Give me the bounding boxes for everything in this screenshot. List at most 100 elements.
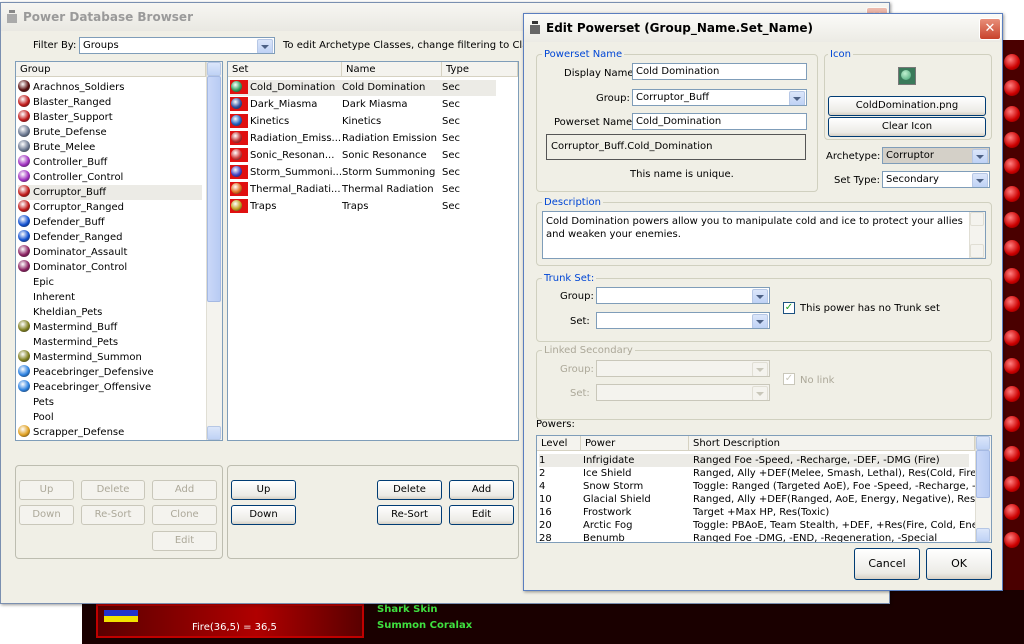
set-list-item[interactable]: Cold_Domination Cold Domination Sec <box>230 80 496 96</box>
description-scrollbar[interactable] <box>969 212 985 258</box>
settype-select[interactable]: Secondary <box>882 171 990 188</box>
set-list-item[interactable]: Sonic_Resonan... Sonic Resonance Sec <box>230 148 496 164</box>
editor-close-button[interactable]: ✕ <box>979 18 1001 40</box>
scroll-up-arrow-icon[interactable] <box>207 62 221 76</box>
scroll-down-arrow-icon[interactable] <box>207 426 221 440</box>
group-list-item[interactable]: Mastermind_Pets <box>18 335 202 350</box>
icon-group-label: Icon <box>828 49 853 60</box>
group-list[interactable]: Group Arachnos_Soldiers Blaster_Ranged Bla… <box>15 61 223 441</box>
power-row[interactable]: 1 Infrigidate Ranged Foe -Speed, -Recharge… <box>539 454 969 467</box>
group-list-item[interactable]: Pool <box>18 410 202 425</box>
filter-select[interactable]: Groups <box>79 37 275 54</box>
scroll-up-arrow-icon[interactable] <box>970 212 984 226</box>
group-clone-button[interactable]: Clone <box>152 505 217 525</box>
group-delete-button[interactable]: Delete <box>81 480 145 500</box>
group-list-item[interactable]: Brute_Defense <box>18 125 202 140</box>
set-list-item[interactable]: Radiation_Emiss...Radiation Emission Sec <box>230 131 496 147</box>
icon-file-button[interactable]: ColdDomination.png <box>828 96 986 116</box>
group-list-item[interactable]: Mastermind_Buff <box>18 320 202 335</box>
group-list-item[interactable]: Epic <box>18 275 202 290</box>
group-resort-button[interactable]: Re-Sort <box>81 505 145 525</box>
description-textarea[interactable]: Cold Domination powers allow you to mani… <box>542 211 986 259</box>
short-description-column-header[interactable]: Short Description <box>689 436 975 451</box>
set-list-item[interactable]: Kinetics Kinetics Sec <box>230 114 496 130</box>
power-row[interactable]: 2 Ice Shield Ranged, Ally +DEF(Melee, Smas… <box>539 467 980 480</box>
group-up-button[interactable]: Up <box>19 480 74 500</box>
group-list-item[interactable]: Peacebringer_Defensive <box>18 365 202 380</box>
group-list-item[interactable]: Blaster_Ranged <box>18 95 202 110</box>
group-list-item[interactable]: Corruptor_Buff <box>18 185 202 200</box>
group-list-item[interactable]: Defender_Buff <box>18 215 202 230</box>
trunk-group-select[interactable] <box>596 287 770 304</box>
cancel-button[interactable]: Cancel <box>854 548 920 580</box>
group-list-item[interactable]: Defender_Ranged <box>18 230 202 245</box>
group-list-scrollbar[interactable] <box>206 62 222 440</box>
linked-set-select[interactable] <box>596 384 770 401</box>
scroll-thumb[interactable] <box>207 76 221 302</box>
set-edit-button[interactable]: Edit <box>449 505 514 525</box>
group-select[interactable]: Corruptor_Buff <box>632 89 807 106</box>
set-list-item[interactable]: Dark_Miasma Dark Miasma Sec <box>230 97 496 113</box>
power-row[interactable]: 28 Benumb Ranged Foe -DMG, -END, -Regenera… <box>539 532 969 542</box>
level-column-header[interactable]: Level <box>537 436 581 451</box>
group-list-item[interactable]: Controller_Control <box>18 170 202 185</box>
group-down-button[interactable]: Down <box>19 505 74 525</box>
powers-list[interactable]: Level Power Short Description 1 Infrigida… <box>536 435 992 543</box>
chevron-down-icon[interactable] <box>752 289 768 303</box>
display-name-input[interactable]: Cold Domination <box>632 63 807 80</box>
group-list-item[interactable]: Arachnos_Soldiers <box>18 80 202 95</box>
power-row[interactable]: 16 Frostwork Target +Max HP, Res(Toxic) <box>539 506 969 519</box>
set-list-item[interactable]: Thermal_Radiati...Thermal Radiation Sec <box>230 182 496 198</box>
set-list-item[interactable]: Traps Traps Sec <box>230 199 496 215</box>
chevron-down-icon[interactable] <box>972 173 988 187</box>
set-column-header[interactable]: Set <box>228 62 342 77</box>
group-list-item[interactable]: Scrapper_Defense <box>18 425 202 440</box>
trunk-set-select[interactable] <box>596 312 770 329</box>
group-list-item[interactable]: Pets <box>18 395 202 410</box>
no-trunk-checkbox[interactable]: ✓ <box>783 302 795 314</box>
set-list[interactable]: Set Name Type Cold_Domination Cold Domina… <box>227 61 519 441</box>
group-list-item[interactable]: Inherent <box>18 290 202 305</box>
set-resort-button[interactable]: Re-Sort <box>377 505 442 525</box>
power-row[interactable]: 4 Snow Storm Toggle: Ranged (Targeted AoE)… <box>539 480 990 493</box>
group-list-item[interactable]: Corruptor_Ranged <box>18 200 202 215</box>
chevron-down-icon[interactable] <box>972 149 988 163</box>
power-row[interactable]: 20 Arctic Fog Toggle: PBAoE, Team Stealth,… <box>539 519 991 532</box>
scroll-down-arrow-icon[interactable] <box>970 244 984 258</box>
group-list-item[interactable]: Mastermind_Summon <box>18 350 202 365</box>
group-add-button[interactable]: Add <box>152 480 217 500</box>
group-list-item[interactable]: Brute_Melee <box>18 140 202 155</box>
power-row[interactable]: 10 Glacial Shield Ranged, Ally +DEF(Ranged… <box>539 493 991 506</box>
chevron-down-icon[interactable] <box>752 314 768 328</box>
scroll-down-arrow-icon[interactable] <box>976 528 990 542</box>
name-column-header[interactable]: Name <box>342 62 442 77</box>
set-add-button[interactable]: Add <box>449 480 514 500</box>
power-column-header[interactable]: Power <box>581 436 689 451</box>
group-edit-button[interactable]: Edit <box>152 531 217 551</box>
set-up-button[interactable]: Up <box>231 480 296 500</box>
chevron-down-icon[interactable] <box>789 91 805 105</box>
powerset-name-input[interactable]: Cold_Domination <box>632 113 807 130</box>
group-list-item[interactable]: Controller_Buff <box>18 155 202 170</box>
ok-button[interactable]: OK <box>926 548 992 580</box>
group-list-item[interactable]: Kheldian_Pets <box>18 305 202 320</box>
no-link-checkbox[interactable]: ✓ <box>783 373 795 385</box>
set-down-button[interactable]: Down <box>231 505 296 525</box>
group-list-item[interactable]: Dominator_Control <box>18 260 202 275</box>
type-column-header[interactable]: Type <box>442 62 518 77</box>
group-list-item[interactable]: Blaster_Support <box>18 110 202 125</box>
chevron-down-icon[interactable] <box>257 39 273 53</box>
scroll-up-arrow-icon[interactable] <box>976 436 990 450</box>
scroll-thumb[interactable] <box>976 450 990 498</box>
powers-scrollbar[interactable] <box>975 436 991 542</box>
chevron-down-icon[interactable] <box>752 386 768 400</box>
chevron-down-icon[interactable] <box>752 362 768 376</box>
group-column-header[interactable]: Group <box>16 62 206 77</box>
set-delete-button[interactable]: Delete <box>377 480 442 500</box>
set-list-item[interactable]: Storm_Summoni...Storm Summoning Sec <box>230 165 496 181</box>
group-list-item[interactable]: Dominator_Assault <box>18 245 202 260</box>
clear-icon-button[interactable]: Clear Icon <box>828 117 986 137</box>
archetype-select[interactable]: Corruptor <box>882 147 990 164</box>
linked-group-select[interactable] <box>596 360 770 377</box>
group-list-item[interactable]: Peacebringer_Offensive <box>18 380 202 395</box>
